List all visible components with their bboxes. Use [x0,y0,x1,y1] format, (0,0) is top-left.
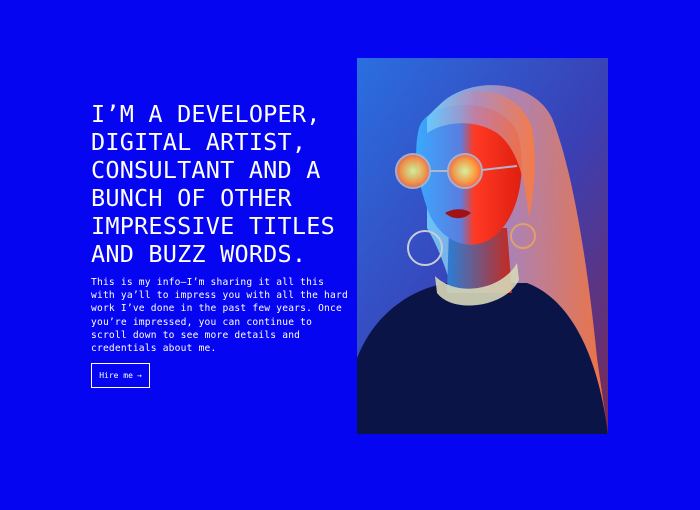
headline-line: BUNCH OF OTHER [91,184,292,212]
hero-copy: I’M A DEVELOPER, DIGITAL ARTIST, CONSULT… [91,100,349,355]
headline-line: I’M A DEVELOPER, [91,100,321,128]
hero-intro: This is my info—I’m sharing it all this … [91,276,349,355]
intro-line: you’re impressed, you can continue to [91,316,313,328]
headline-line: CONSULTANT AND A [91,156,321,184]
intro-line: credentials about me. [91,343,217,355]
hire-me-button[interactable]: Hire me → [91,363,150,388]
intro-line: This is my info—I’m sharing it all this [91,277,325,288]
intro-line: with ya’ll to impress you with all the h… [91,290,348,302]
headline-line: DIGITAL ARTIST, [91,128,307,156]
headline-line: AND BUZZ WORDS. [91,240,307,268]
intro-line: scroll down to see more details and [91,329,301,341]
hire-me-label: Hire me [99,371,133,380]
portrait-photo [357,58,608,434]
intro-line: work I’ve done in the past few years. On… [91,303,342,315]
headline-line: IMPRESSIVE TITLES [91,212,335,240]
hero-headline: I’M A DEVELOPER, DIGITAL ARTIST, CONSULT… [91,100,349,268]
arrow-right-icon: → [136,371,142,380]
page: I’M A DEVELOPER, DIGITAL ARTIST, CONSULT… [0,0,700,510]
